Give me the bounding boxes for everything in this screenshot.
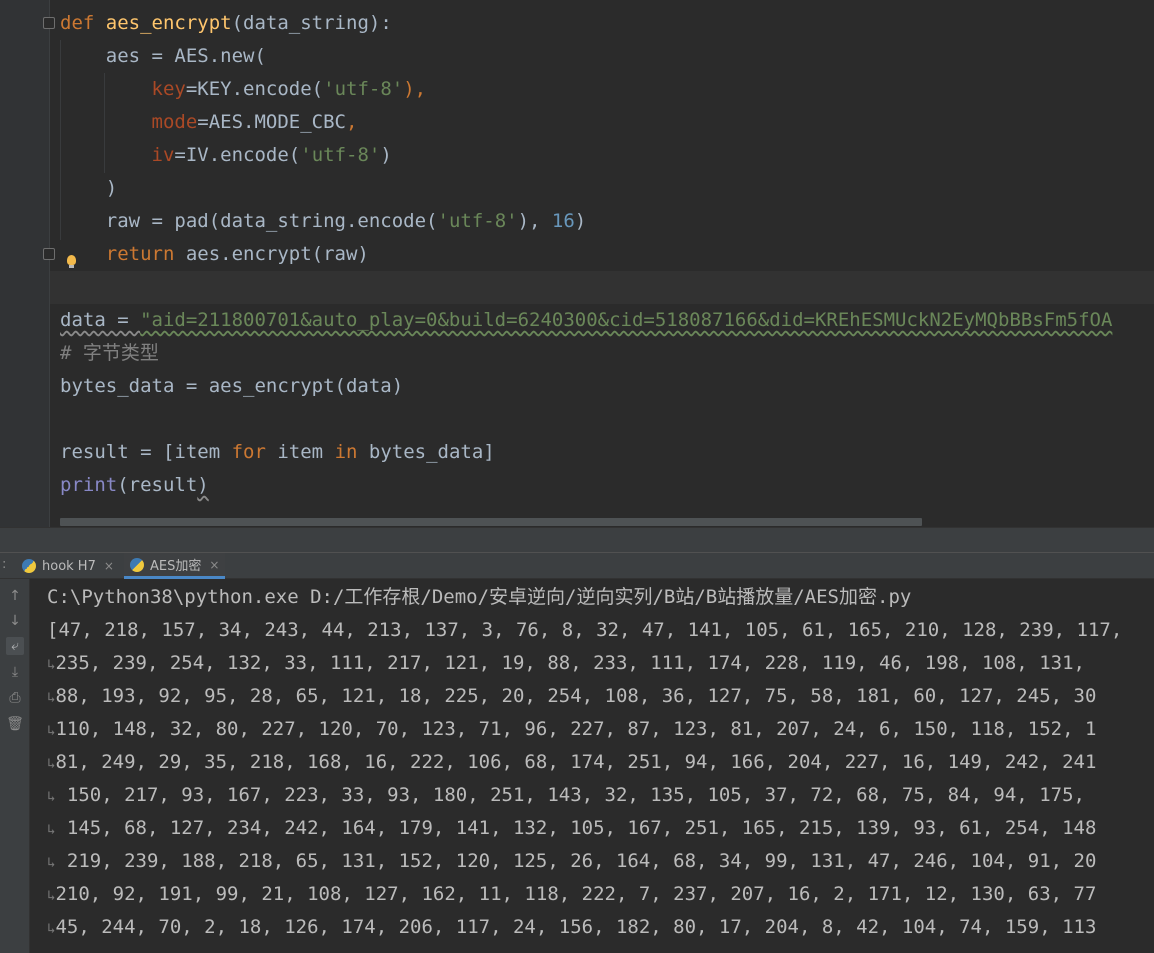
python-icon [130, 557, 144, 572]
code-token: 'utf-8' [300, 144, 381, 166]
fold-marker-icon[interactable] [43, 17, 55, 29]
code-token: =IV.encode( [174, 144, 301, 166]
code-token: in [334, 441, 369, 463]
code-token: =AES.MODE_CBC [197, 111, 346, 133]
output-line: ↳45, 244, 70, 2, 18, 126, 174, 206, 117,… [47, 911, 1096, 944]
tab-separator: : [2, 557, 7, 572]
horizontal-scrollbar[interactable] [60, 518, 922, 526]
code-token: # 字节类型 [60, 342, 159, 364]
code-token: data = [60, 309, 141, 331]
code-token: 'utf-8' [323, 78, 404, 100]
output-line: ↳88, 193, 92, 95, 28, 65, 121, 18, 225, … [47, 680, 1096, 713]
code-line[interactable]: result = [item for item in bytes_data] [60, 436, 495, 469]
arrow-down-icon[interactable]: ↓ [6, 612, 24, 630]
code-token: ), [517, 210, 552, 232]
code-token: item [277, 441, 335, 463]
code-token: "aid=211800701&auto_play=0&build=6240300… [140, 309, 1113, 331]
code-token: ) [60, 177, 118, 199]
code-token: aes.encrypt(raw) [185, 243, 369, 265]
tab-hook-h7[interactable]: hook H7 × [16, 553, 120, 579]
python-icon [22, 559, 36, 573]
panel-splitter[interactable] [0, 527, 1154, 552]
output-text: 235, 239, 254, 132, 33, 111, 217, 121, 1… [55, 652, 1085, 674]
code-token: key [151, 78, 186, 100]
gutter-divider [49, 0, 50, 527]
code-line[interactable]: aes = AES.new( [60, 40, 266, 73]
code-line[interactable]: # 字节类型 [60, 337, 159, 370]
code-token: (result [117, 474, 198, 496]
output-line: ↳ 150, 217, 93, 167, 223, 33, 93, 180, 2… [47, 779, 1085, 812]
run-console[interactable]: ↑ ↓ ⤶ ⤓ ⎙ 🗑 C:\Python38\python.exe D:/工作… [0, 579, 1154, 953]
code-token: aes_encrypt [105, 12, 232, 34]
output-text: 145, 68, 127, 234, 242, 164, 179, 141, 1… [55, 817, 1097, 839]
fold-marker-icon[interactable] [43, 248, 55, 260]
code-line[interactable]: raw = pad(data_string.encode('utf-8'), 1… [60, 205, 587, 238]
output-line: ↳81, 249, 29, 35, 218, 168, 16, 222, 106… [47, 746, 1096, 779]
current-line-highlight [50, 271, 1154, 304]
code-token: def [60, 12, 106, 34]
output-text: 45, 244, 70, 2, 18, 126, 174, 206, 117, … [55, 916, 1097, 938]
code-token: aes = AES.new( [60, 45, 266, 67]
code-token: =KEY.encode( [185, 78, 324, 100]
code-token: iv [151, 144, 175, 166]
code-line[interactable]: mode=AES.MODE_CBC, [60, 106, 358, 139]
output-text: 150, 217, 93, 167, 223, 33, 93, 180, 251… [55, 784, 1085, 806]
arrow-up-icon[interactable]: ↑ [6, 587, 24, 605]
console-toolbar: ↑ ↓ ⤶ ⤓ ⎙ 🗑 [0, 579, 30, 953]
code-token: print [60, 474, 118, 496]
code-line[interactable]: data = "aid=211800701&auto_play=0&build=… [60, 304, 1112, 337]
close-icon[interactable]: × [209, 558, 219, 572]
tab-label: AES加密 [150, 559, 202, 574]
code-token: 16 [551, 210, 575, 232]
code-line[interactable]: def aes_encrypt(data_string): [60, 7, 392, 40]
code-editor[interactable]: def aes_encrypt(data_string): aes = AES.… [0, 0, 1154, 527]
output-line: ↳ 145, 68, 127, 234, 242, 164, 179, 141,… [47, 812, 1096, 845]
code-token: bytes_data] [368, 441, 495, 463]
editor-gutter [0, 0, 50, 527]
scroll-to-end-icon[interactable]: ⤓ [6, 663, 24, 681]
output-line: ↳110, 148, 32, 80, 227, 120, 70, 123, 71… [47, 713, 1096, 746]
code-token: ) [574, 210, 587, 232]
output-text: 219, 239, 188, 218, 65, 131, 152, 120, 1… [55, 850, 1097, 872]
code-token: bytes_data = aes_encrypt(data) [60, 375, 404, 397]
command-line: C:\Python38\python.exe D:/工作存根/Demo/安卓逆向… [47, 586, 912, 608]
code-token: (data_string): [231, 12, 392, 34]
code-line[interactable]: bytes_data = aes_encrypt(data) [60, 370, 403, 403]
soft-wrap-icon[interactable]: ⤶ [6, 637, 24, 655]
output-line: ↳210, 92, 191, 99, 21, 108, 127, 162, 11… [47, 878, 1096, 911]
code-line[interactable]: key=KEY.encode('utf-8'), [60, 73, 427, 106]
output-line: [47, 218, 157, 34, 243, 44, 213, 137, 3,… [47, 614, 1122, 647]
code-line[interactable]: print(result) [60, 469, 209, 502]
code-token: mode [151, 111, 198, 133]
output-text: 88, 193, 92, 95, 28, 65, 121, 18, 225, 2… [55, 685, 1097, 707]
code-token: , [346, 111, 358, 133]
code-token: return [105, 243, 186, 265]
code-line[interactable]: return aes.encrypt(raw) [60, 238, 369, 271]
print-icon[interactable]: ⎙ [6, 689, 24, 707]
code-token: ) [197, 474, 209, 496]
output-text: 110, 148, 32, 80, 227, 120, 70, 123, 71,… [55, 718, 1097, 740]
code-token: result = [item [60, 441, 232, 463]
code-token: ), [403, 78, 427, 100]
output-text: 81, 249, 29, 35, 218, 168, 16, 222, 106,… [55, 751, 1097, 773]
code-token: for [231, 441, 278, 463]
code-token: raw = pad(data_string.encode( [60, 210, 438, 232]
trash-icon[interactable]: 🗑 [6, 715, 24, 733]
output-line: ↳235, 239, 254, 132, 33, 111, 217, 121, … [47, 647, 1085, 680]
code-token: 'utf-8' [437, 210, 518, 232]
code-line[interactable]: ) [60, 172, 117, 205]
run-tabbar: : hook H7 × AES加密 × [0, 552, 1154, 579]
close-icon[interactable]: × [104, 559, 114, 573]
tab-label: hook H7 [42, 558, 96, 574]
code-token: ) [380, 144, 392, 166]
code-line[interactable]: iv=IV.encode('utf-8') [60, 139, 392, 172]
tab-aes[interactable]: AES加密 × [124, 553, 226, 579]
output-text: 210, 92, 191, 99, 21, 108, 127, 162, 11,… [55, 883, 1097, 905]
output-text: [47, 218, 157, 34, 243, 44, 213, 137, 3,… [47, 619, 1123, 641]
output-line: ↳ 219, 239, 188, 218, 65, 131, 152, 120,… [47, 845, 1096, 878]
